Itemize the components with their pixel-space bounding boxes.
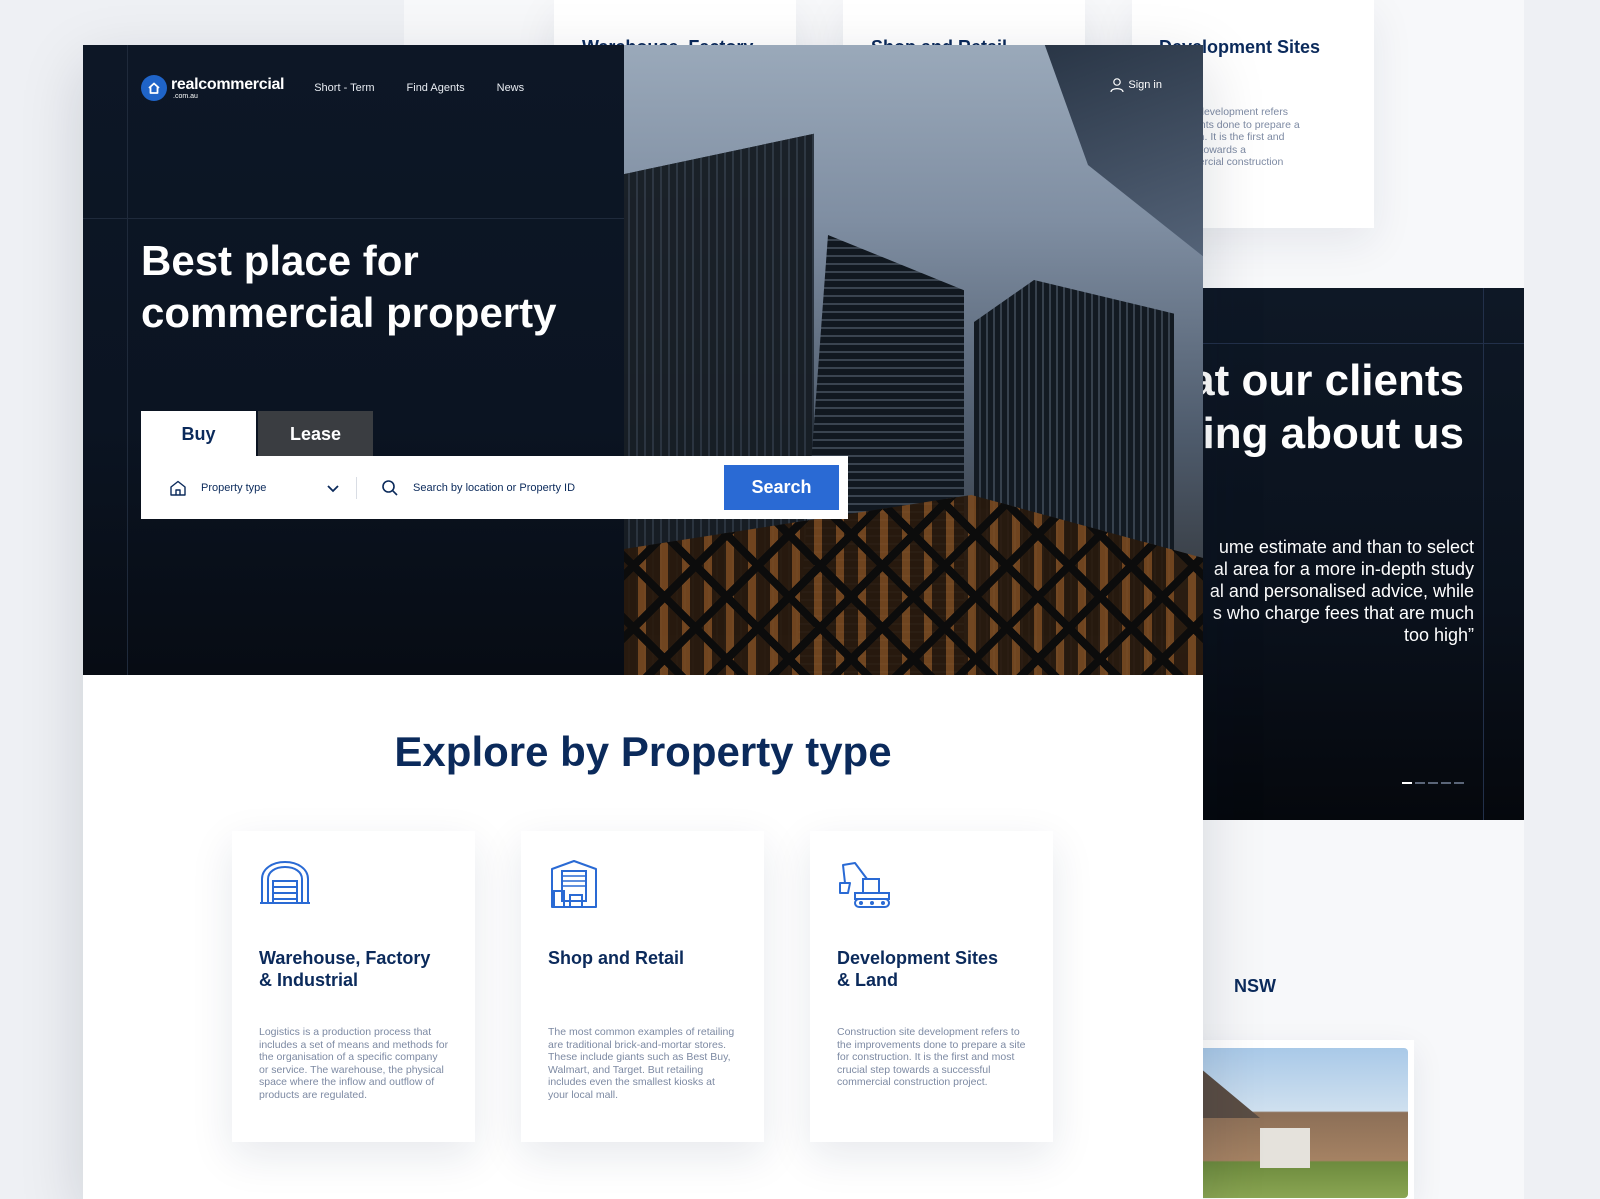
card-description: Construction site development refers to … — [837, 1026, 1026, 1088]
property-type-select[interactable]: Property type — [141, 456, 356, 519]
card-description: Logistics is a production process that i… — [259, 1026, 449, 1101]
search-icon — [382, 479, 398, 496]
listing-tabs: Buy Lease — [141, 411, 373, 457]
logo[interactable]: realcommercial .com.au — [141, 75, 285, 101]
property-type-label: Property type — [201, 481, 267, 494]
nav-link-news[interactable]: News — [497, 82, 525, 94]
section-title: Explore by Property type — [394, 728, 892, 775]
hero-section: realcommercial .com.au Short - Term Find… — [83, 45, 1203, 675]
user-icon — [1110, 78, 1124, 93]
property-type-card-warehouse[interactable]: Warehouse, Factory & Industrial Logistic… — [232, 831, 475, 1142]
hero-title: Best place for commercial property — [141, 237, 557, 336]
divider-line — [127, 45, 128, 675]
garage-door — [1260, 1128, 1310, 1168]
search-bar: Property type Search — [141, 456, 848, 519]
card-title: Development Sites & Land — [837, 948, 999, 990]
slider-dot[interactable] — [1415, 782, 1425, 784]
main-page: realcommercial .com.au Short - Term Find… — [83, 45, 1203, 1199]
warehouse-icon — [260, 860, 310, 904]
tab-lease[interactable]: Lease — [258, 411, 373, 457]
slider-dot[interactable] — [1428, 782, 1438, 784]
excavator-icon — [839, 862, 890, 908]
logo-suffix: .com.au — [173, 92, 198, 100]
location-search — [357, 456, 724, 519]
slider-dot[interactable] — [1441, 782, 1451, 784]
divider-line — [1483, 288, 1484, 820]
search-input[interactable] — [413, 481, 693, 494]
chevron-down-icon — [327, 484, 339, 492]
region-label: NSW — [1234, 976, 1276, 996]
slider-dot[interactable] — [1402, 782, 1412, 784]
tab-buy[interactable]: Buy — [141, 411, 256, 457]
card-title: Warehouse, Factory & Industrial — [259, 948, 431, 990]
logo-name: realcommercial — [171, 75, 285, 93]
nav-link-find-agents[interactable]: Find Agents — [407, 82, 465, 94]
divider-line — [83, 218, 624, 219]
nav-links: Short - Term Find Agents News — [314, 82, 556, 94]
property-type-card-shop[interactable]: Shop and Retail The most common examples… — [521, 831, 764, 1142]
signin-label: Sign in — [1128, 79, 1162, 91]
storefront-icon — [551, 860, 597, 908]
slider-dot[interactable] — [1454, 782, 1464, 784]
house-icon — [141, 75, 167, 101]
nav-link-short-term[interactable]: Short - Term — [314, 82, 374, 94]
hero-dark-panel — [83, 45, 624, 675]
card-title: Shop and Retail — [548, 948, 685, 968]
property-type-card-development[interactable]: Development Sites & Land Construction si… — [810, 831, 1053, 1142]
signin-button[interactable]: Sign in — [1110, 77, 1162, 93]
slider-dots — [1402, 782, 1464, 784]
logo-text: realcommercial .com.au — [171, 75, 285, 100]
home-icon — [170, 480, 186, 496]
search-button[interactable]: Search — [724, 465, 839, 510]
skyscraper-photo — [624, 45, 1203, 675]
top-nav: realcommercial .com.au Short - Term Find… — [141, 75, 556, 101]
card-description: The most common examples of retailing ar… — [548, 1026, 735, 1101]
